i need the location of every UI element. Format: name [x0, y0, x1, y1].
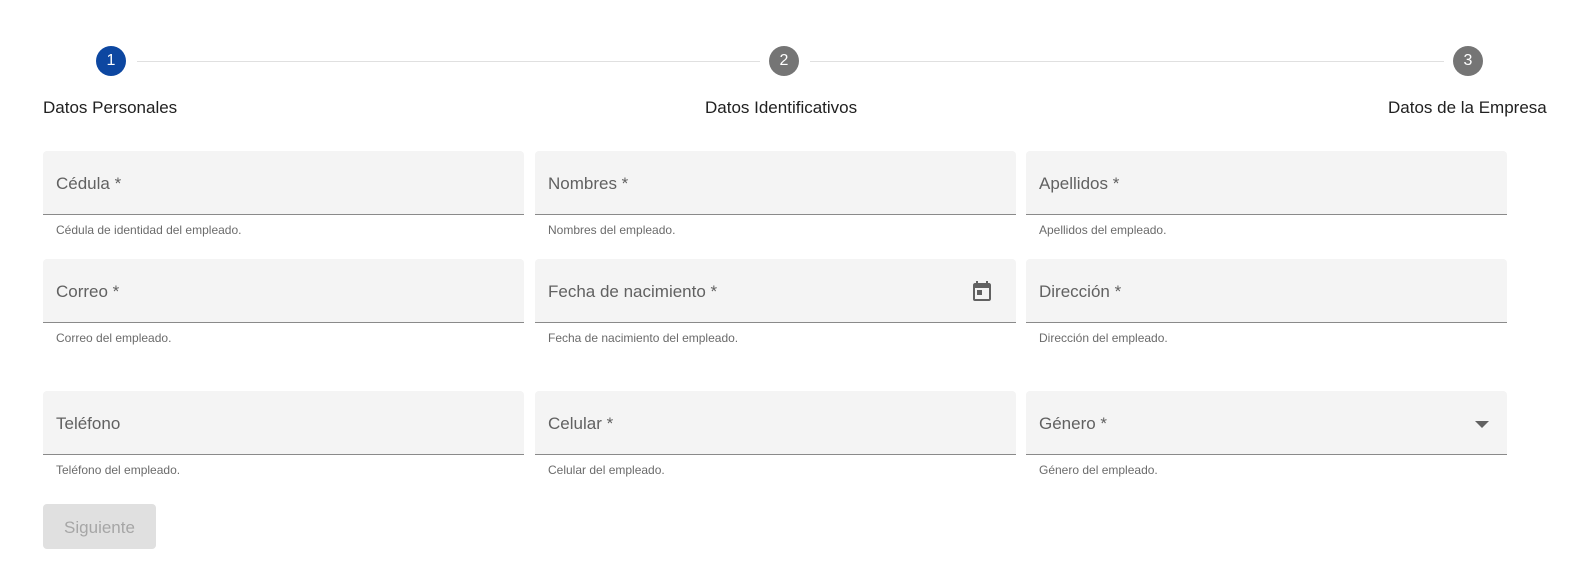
step-1-label[interactable]: Datos Personales	[43, 98, 177, 118]
cedula-field[interactable]: Cédula *	[43, 151, 524, 215]
step-2-label[interactable]: Datos Identificativos	[705, 98, 857, 118]
cedula-hint: Cédula de identidad del empleado.	[56, 223, 242, 237]
step-connector-2-3	[810, 61, 1444, 62]
apellidos-label: Apellidos *	[1039, 174, 1120, 193]
telefono-label: Teléfono	[56, 414, 121, 433]
fecha-nacimiento-hint: Fecha de nacimiento del empleado.	[548, 331, 739, 345]
celular-field[interactable]: Celular *	[535, 391, 1016, 455]
direccion-label: Dirección *	[1039, 282, 1122, 301]
step-3-label[interactable]: Datos de la Empresa	[1388, 98, 1547, 118]
apellidos-hint: Apellidos del empleado.	[1039, 223, 1167, 237]
fecha-nacimiento-field[interactable]: Fecha de nacimiento *	[535, 259, 1016, 323]
celular-label: Celular *	[548, 414, 614, 433]
calendar-icon[interactable]	[970, 279, 994, 303]
genero-select[interactable]: Género *	[1026, 391, 1507, 455]
direccion-field[interactable]: Dirección *	[1026, 259, 1507, 323]
nombres-label: Nombres *	[548, 174, 629, 193]
nombres-field[interactable]: Nombres *	[535, 151, 1016, 215]
cedula-label: Cédula *	[56, 174, 122, 193]
dropdown-arrow-icon[interactable]	[1473, 415, 1491, 433]
apellidos-field[interactable]: Apellidos *	[1026, 151, 1507, 215]
celular-hint: Celular del empleado.	[548, 463, 665, 477]
step-2-number[interactable]: 2	[769, 46, 799, 76]
telefono-hint: Teléfono del empleado.	[56, 463, 181, 477]
correo-label: Correo *	[56, 282, 120, 301]
step-1-number[interactable]: 1	[96, 46, 126, 76]
direccion-hint: Dirección del empleado.	[1039, 331, 1168, 345]
genero-hint: Género del empleado.	[1039, 463, 1158, 477]
siguiente-button[interactable]: Siguiente	[43, 504, 156, 549]
telefono-field[interactable]: Teléfono	[43, 391, 524, 455]
correo-field[interactable]: Correo *	[43, 259, 524, 323]
nombres-hint: Nombres del empleado.	[548, 223, 676, 237]
correo-hint: Correo del empleado.	[56, 331, 172, 345]
genero-label: Género *	[1039, 414, 1108, 433]
fecha-nacimiento-label: Fecha de nacimiento *	[548, 282, 718, 301]
step-connector-1-2	[137, 61, 760, 62]
step-3-number[interactable]: 3	[1453, 46, 1483, 76]
